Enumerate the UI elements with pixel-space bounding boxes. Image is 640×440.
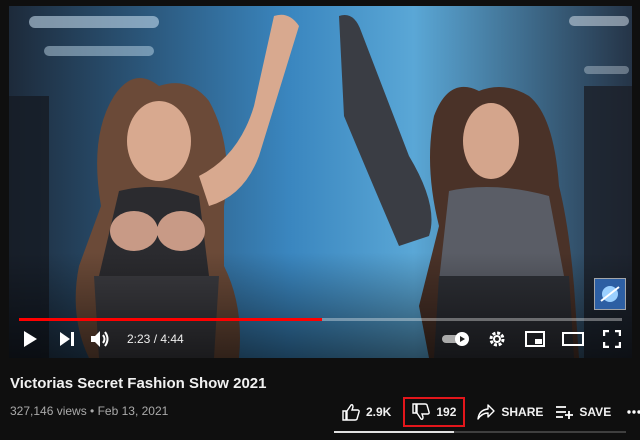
autoplay-toggle[interactable] xyxy=(436,331,478,347)
ellipsis-icon xyxy=(627,410,640,414)
save-label: SAVE xyxy=(579,405,612,419)
sentiment-bar-likes xyxy=(334,431,454,433)
dislike-button[interactable]: 192 xyxy=(403,397,466,427)
volume-icon xyxy=(91,331,109,347)
theater-icon xyxy=(562,332,584,346)
video-title: Victorias Secret Fashion Show 2021 xyxy=(10,375,267,392)
playlist-add-icon xyxy=(556,406,574,419)
thumbs-up-icon xyxy=(342,404,360,421)
fullscreen-button[interactable] xyxy=(592,330,632,348)
player-controls: 2:23 / 4:44 xyxy=(9,320,632,358)
miniplayer-icon xyxy=(525,331,545,347)
share-button[interactable]: SHARE xyxy=(471,399,549,425)
current-time: 2:23 xyxy=(127,332,151,346)
thumbs-down-icon xyxy=(412,403,431,420)
upload-date: Feb 13, 2021 xyxy=(97,404,169,418)
more-actions-button[interactable] xyxy=(617,399,640,425)
dislike-count: 192 xyxy=(436,405,457,419)
duration: 4:44 xyxy=(160,332,184,346)
action-bar: 2.9K 192 SHARE SAVE xyxy=(336,397,640,427)
video-player[interactable]: 2:23 / 4:44 xyxy=(9,6,632,358)
miniplayer-button[interactable] xyxy=(516,331,554,347)
watermark-icon xyxy=(595,279,625,309)
play-icon xyxy=(24,331,37,347)
sentiment-bar-track xyxy=(454,431,626,433)
time-separator: / xyxy=(150,332,161,346)
save-button[interactable]: SAVE xyxy=(549,399,617,425)
time-display: 2:23 / 4:44 xyxy=(127,332,184,346)
autoplay-toggle-icon xyxy=(442,332,469,346)
share-icon xyxy=(477,404,496,420)
fullscreen-icon xyxy=(603,330,621,348)
video-frame[interactable] xyxy=(9,6,632,358)
settings-button[interactable] xyxy=(478,330,516,348)
channel-watermark[interactable] xyxy=(594,278,626,310)
next-button[interactable] xyxy=(51,331,83,347)
meta-separator: • xyxy=(86,404,98,418)
like-count: 2.9K xyxy=(366,405,392,419)
view-count: 327,146 views xyxy=(10,404,87,418)
play-button[interactable] xyxy=(9,330,51,348)
like-button[interactable]: 2.9K xyxy=(336,399,397,425)
video-meta: 327,146 views • Feb 13, 2021 xyxy=(10,404,168,418)
gear-icon xyxy=(489,331,505,347)
share-label: SHARE xyxy=(501,405,544,419)
theater-mode-button[interactable] xyxy=(554,332,592,346)
skip-next-icon xyxy=(60,332,74,346)
mute-button[interactable] xyxy=(83,330,117,348)
